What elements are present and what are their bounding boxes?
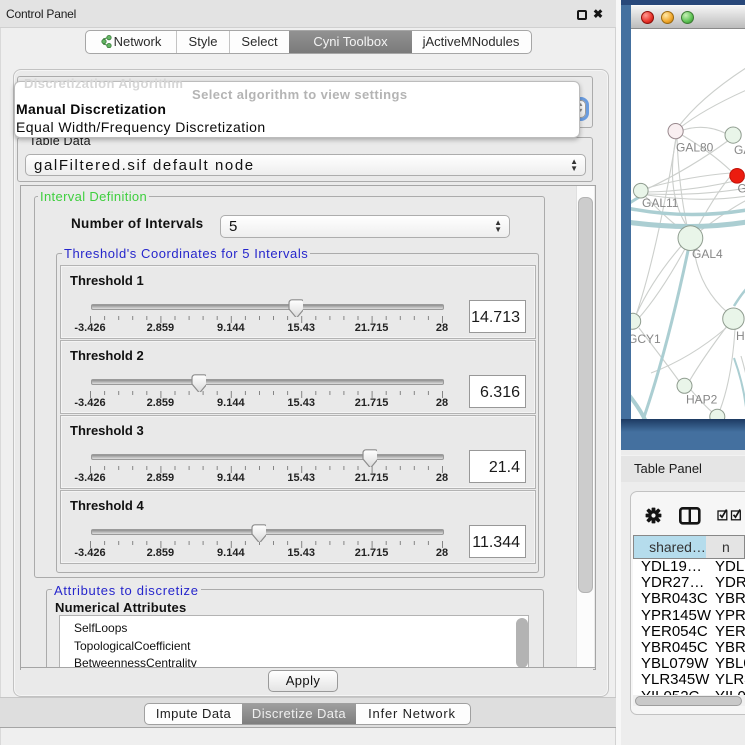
svg-text:GCY1: GCY1 — [631, 332, 661, 346]
svg-text:H: H — [736, 329, 745, 343]
svg-text:G: G — [738, 182, 745, 196]
svg-text:GAL11: GAL11 — [642, 196, 679, 210]
svg-text:GAL4: GAL4 — [692, 247, 723, 261]
svg-text:HAP2: HAP2 — [686, 392, 718, 406]
svg-text:GA: GA — [734, 143, 745, 157]
svg-text:GAL80: GAL80 — [676, 140, 714, 154]
